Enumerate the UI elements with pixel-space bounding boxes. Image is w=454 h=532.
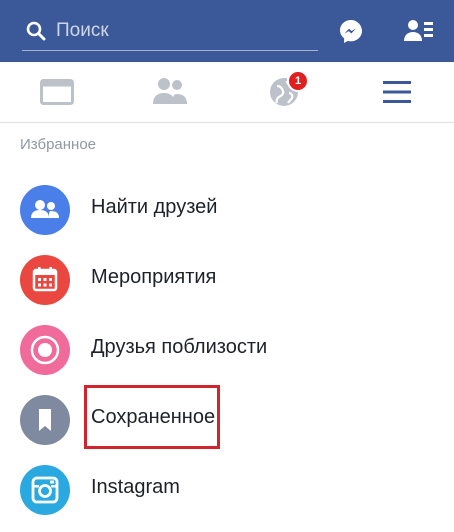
list-item-instagram[interactable]: Instagram [0, 454, 454, 524]
tab-bar [0, 62, 454, 123]
search-icon [26, 21, 46, 41]
list-item-saved[interactable]: Сохраненное [0, 384, 454, 454]
top-bar [0, 0, 454, 62]
tab-friends[interactable] [131, 62, 211, 122]
bookmark-icon [20, 395, 70, 445]
tab-menu[interactable] [357, 62, 437, 122]
nearby-icon [20, 325, 70, 375]
list-item-label: Найти друзей [91, 196, 218, 218]
section-title-favorites: Избранное [20, 136, 97, 153]
list-item-nearby-friends[interactable]: Друзья поблизости [0, 314, 454, 384]
list-item-label: Мероприятия [91, 266, 217, 288]
news-feed-icon [40, 79, 74, 105]
menu-icon [383, 81, 411, 103]
list-item-label: Друзья поблизости [91, 336, 268, 358]
tab-notifications[interactable] [245, 62, 325, 122]
list-item-label: Instagram [91, 476, 180, 498]
friends-icon [20, 185, 70, 235]
friend-requests-icon[interactable] [404, 19, 434, 43]
search-input[interactable] [56, 18, 306, 44]
list-item-find-friends[interactable]: Найти друзей [0, 174, 454, 244]
calendar-icon [20, 255, 70, 305]
search-bar[interactable] [22, 14, 318, 51]
highlight-box [84, 385, 220, 449]
messenger-icon[interactable] [338, 18, 364, 44]
list-item-events[interactable]: Мероприятия [0, 244, 454, 314]
friends-tab-icon [153, 78, 187, 104]
instagram-icon [20, 465, 70, 515]
tab-news-feed[interactable] [17, 62, 97, 122]
notification-badge: 1 [287, 70, 309, 92]
